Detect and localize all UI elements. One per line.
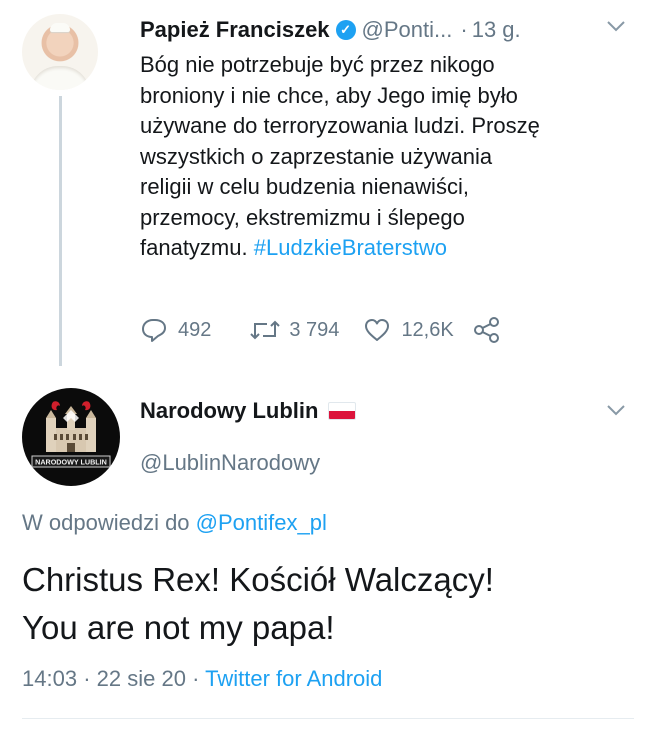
reply-mention-link[interactable]: @Pontifex_pl: [196, 510, 327, 535]
tweet1-text-line: używane do terroryzowania ludzi. Proszę: [140, 113, 540, 138]
reply-bubble-icon: [140, 317, 168, 343]
chevron-down-icon[interactable]: [606, 16, 626, 39]
tweet1-author-handle[interactable]: @Ponti...: [362, 17, 453, 43]
tweet1-text-line: broniony i nie chce, aby Jego imię było: [140, 82, 518, 108]
tweet1-text-line: Bóg nie potrzebuje być przez nikogo: [140, 52, 495, 77]
reply-prefix: W odpowiedzi do: [22, 510, 190, 535]
reply-count: 492: [178, 318, 212, 341]
narodowy-lublin-logo: NARODOWY LUBLIN: [31, 401, 111, 468]
tweet1-text-line: przemocy, ekstremizmu i ślepego: [140, 204, 465, 230]
poland-flag-icon: [328, 402, 357, 420]
tweet2-author: Narodowy Lublin: [140, 398, 357, 424]
like-count: 12,6K: [401, 318, 454, 341]
tweet1-avatar[interactable]: [22, 14, 98, 90]
tweet2-metadata: 14:03 · 22 sie 20 · Twitter for Android: [22, 666, 382, 692]
tweet2-text-line: Christus Rex! Kościół Walczący!: [22, 561, 494, 598]
tweet1-text: Bóg nie potrzebuje być przez nikogo bron…: [140, 50, 620, 264]
divider: [22, 718, 634, 719]
tweet2-text-line: You are not my papa!: [22, 609, 335, 646]
tweet2-separator: ·: [83, 666, 91, 691]
tweet1-time[interactable]: 13 g.: [472, 17, 521, 43]
tweet1-author-name[interactable]: Papież Franciszek: [140, 17, 330, 43]
tweet2-avatar[interactable]: NARODOWY LUBLIN: [22, 388, 120, 486]
tweet1-text-line: religii w celu budzenia nienawiści,: [140, 174, 469, 199]
hashtag-link[interactable]: #LudzkieBraterstwo: [254, 235, 447, 260]
retweet-button[interactable]: 3 794: [249, 318, 339, 342]
zucchetto-shape: [50, 23, 70, 32]
tweet1-text-fragment: fanatyzmu.: [140, 235, 248, 260]
tweet2-author-name[interactable]: Narodowy Lublin: [140, 398, 318, 424]
tweet1-separator: ·: [460, 17, 468, 42]
tweet2-separator: ·: [192, 666, 200, 691]
retweet-count: 3 794: [289, 318, 340, 341]
avatar-logo-text: NARODOWY LUBLIN: [35, 458, 107, 467]
reply-button[interactable]: 492: [140, 317, 211, 343]
chevron-down-icon[interactable]: [606, 400, 626, 423]
retweet-icon: [249, 318, 281, 342]
tweet1-header: Papież Franciszek ✓ @Ponti... · 13 g.: [140, 14, 521, 46]
heart-icon: [363, 317, 391, 343]
tweet2-text: Christus Rex! Kościół Walczący! You are …: [22, 556, 642, 652]
tweet2-client-link[interactable]: Twitter for Android: [205, 666, 382, 691]
share-button[interactable]: [472, 317, 502, 343]
tweet1-text-line: wszystkich o zaprzestanie używania: [140, 143, 493, 169]
tweet2-author-handle[interactable]: @LublinNarodowy: [140, 450, 320, 476]
verified-badge-icon: ✓: [335, 20, 356, 40]
like-button[interactable]: 12,6K: [363, 317, 454, 343]
tweet1-text-line: fanatyzmu. #LudzkieBraterstwo: [140, 233, 620, 264]
thread-connector-line: [59, 96, 62, 366]
reply-context: W odpowiedzi do @Pontifex_pl: [22, 510, 327, 536]
share-icon: [472, 317, 502, 343]
tweet2-date: 22 sie 20: [96, 666, 186, 691]
tweet2-time: 14:03: [22, 666, 78, 691]
tweet1-action-bar: 492 3 794 12,6K: [140, 314, 502, 346]
cassock-shape: [30, 66, 90, 90]
